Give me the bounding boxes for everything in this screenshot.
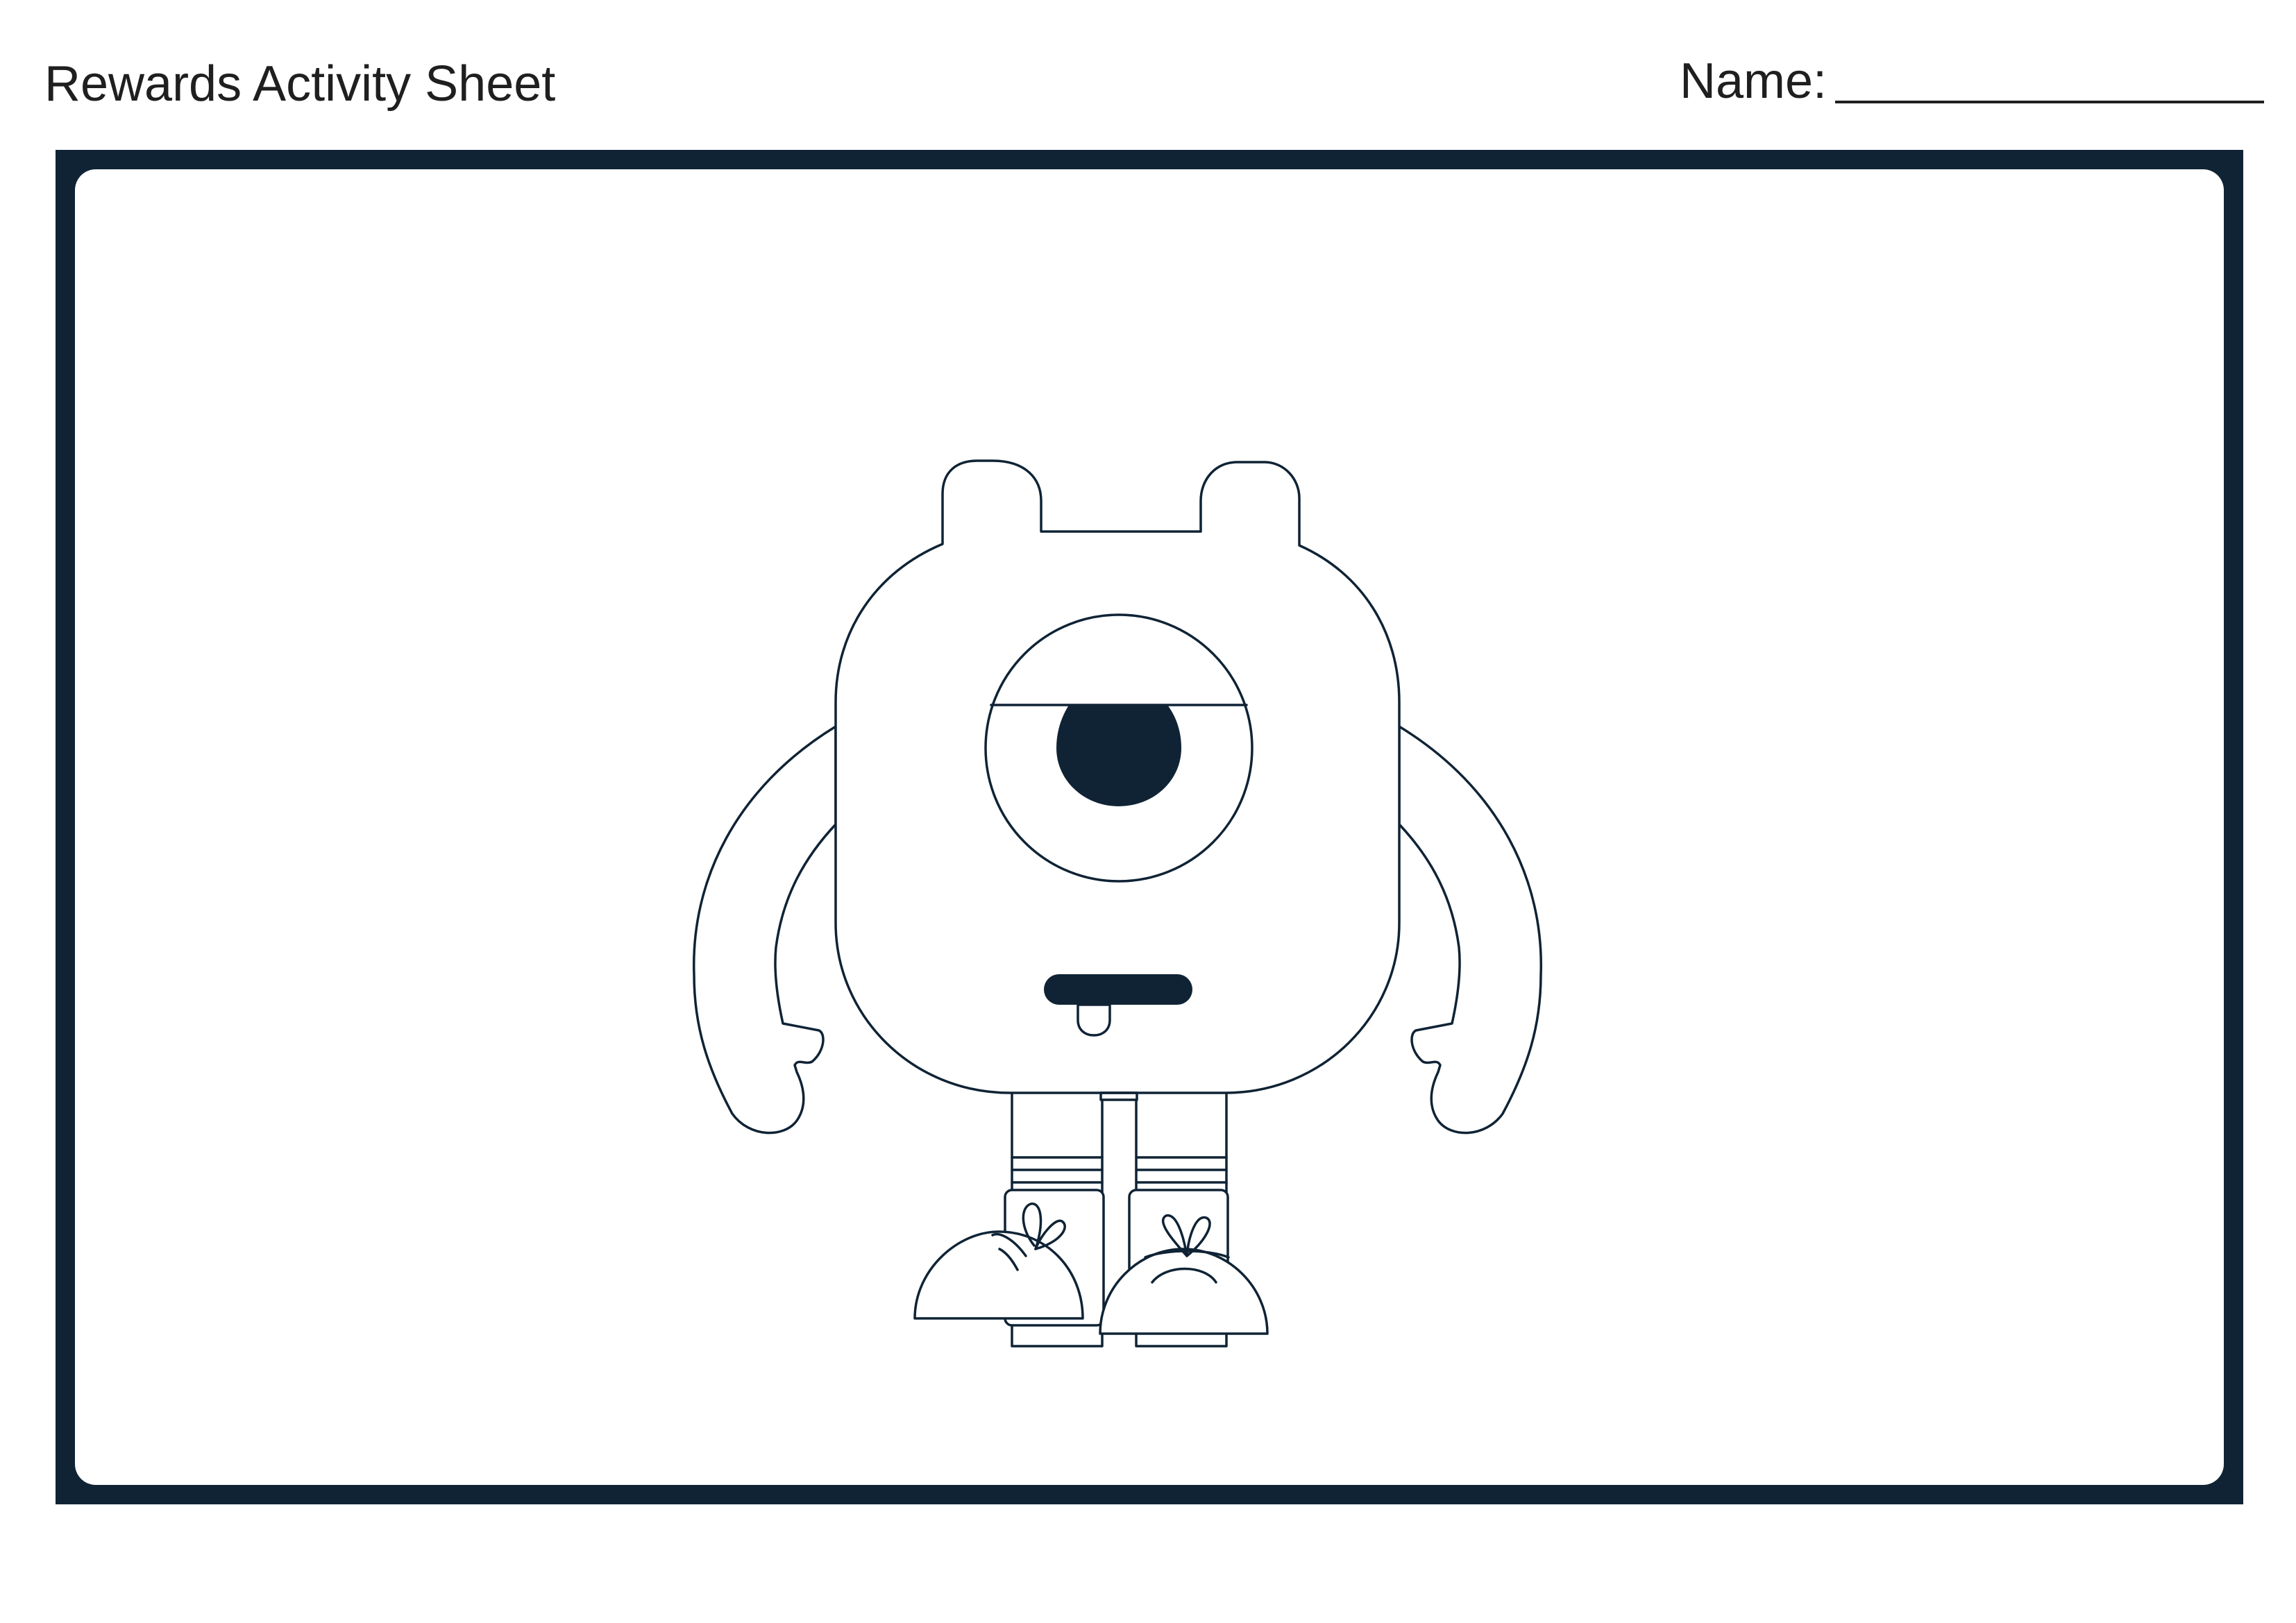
- left-arm: [693, 725, 837, 1135]
- mouth: [1044, 974, 1192, 1005]
- right-shoe-toe: [1099, 1248, 1269, 1335]
- monster-illustration: [693, 459, 1542, 1348]
- tongue: [1077, 1003, 1111, 1037]
- right-arm: [1398, 725, 1542, 1135]
